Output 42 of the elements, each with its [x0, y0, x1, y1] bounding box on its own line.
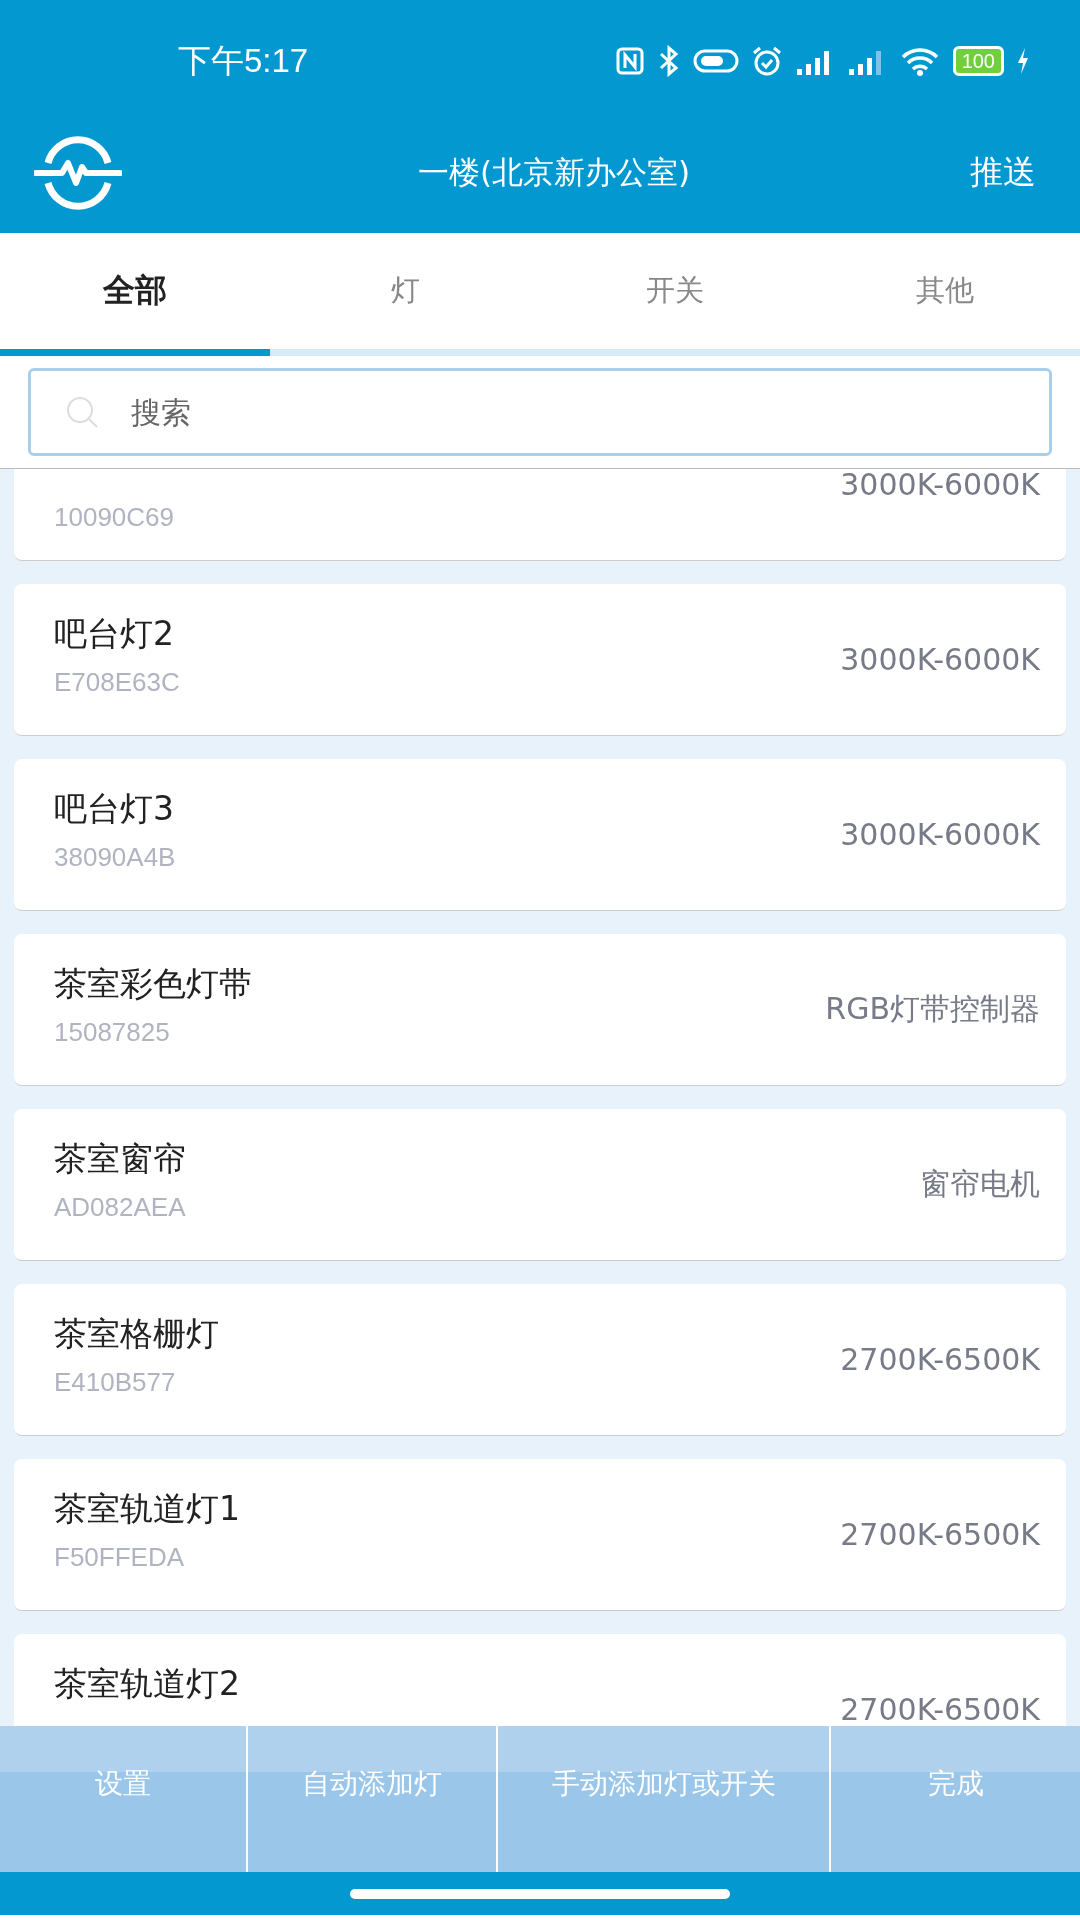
device-type: RGB灯带控制器 [825, 990, 1040, 1028]
toggle-icon [692, 48, 739, 74]
device-card[interactable]: 吧台灯3 38090A4B 3000K-6000K [14, 759, 1066, 911]
device-name: 吧台灯3 [54, 787, 175, 830]
device-id: F50FFEDA [54, 1541, 186, 1573]
device-id: 38090A4B [54, 841, 176, 873]
device-name: 茶室轨道灯2 [54, 1662, 240, 1705]
device-type: 3000K-6000K [840, 642, 1040, 677]
device-name: 茶室格栅灯 [54, 1312, 219, 1355]
device-card[interactable]: 茶室轨道灯2 2700K-6500K [14, 1634, 1066, 1726]
push-button[interactable]: 推送 [956, 150, 1050, 195]
device-card[interactable]: 茶室窗帘 AD082AEA 窗帘电机 [14, 1109, 1066, 1261]
device-type: 2700K-6500K [840, 1692, 1040, 1726]
nfc-icon [614, 46, 645, 76]
charging-icon [1016, 47, 1030, 75]
device-type: 2700K-6500K [840, 1517, 1040, 1552]
device-type: 3000K-6000K [840, 817, 1040, 852]
device-id: 15087825 [54, 1016, 171, 1048]
device-type: 2700K-6500K [840, 1342, 1040, 1377]
device-id: AD082AEA [54, 1191, 186, 1223]
device-name: 吧台灯2 [54, 612, 175, 655]
device-name: 茶室轨道灯1 [54, 1487, 240, 1530]
home-indicator[interactable] [350, 1888, 730, 1899]
device-type: 3000K-6000K [840, 469, 1040, 502]
header-title: 一楼(北京新办公室) [416, 152, 692, 192]
search-field[interactable]: 搜索 [28, 368, 1052, 456]
device-card[interactable]: 茶室彩色灯带 15087825 RGB灯带控制器 [14, 934, 1066, 1086]
alarm-icon [750, 45, 783, 77]
device-id: E410B577 [54, 1366, 177, 1398]
battery-indicator: 100 [952, 46, 1004, 76]
device-type: 窗帘电机 [920, 1165, 1040, 1203]
device-id: E708E63C [54, 666, 180, 698]
logo-icon [34, 134, 122, 211]
status-time: 下午5:17 [178, 40, 309, 81]
device-card[interactable]: 吧台灯2 E708E63C 3000K-6000K [14, 584, 1066, 736]
device-card[interactable]: 10090C69 3000K-6000K [14, 469, 1066, 561]
device-card[interactable]: 茶室格栅灯 E410B577 2700K-6500K [14, 1284, 1066, 1436]
search-icon [64, 394, 100, 430]
device-card[interactable]: 茶室轨道灯1 F50FFEDA 2700K-6500K [14, 1459, 1066, 1611]
device-name: 茶室彩色灯带 [54, 962, 252, 1005]
device-id: 10090C69 [54, 501, 174, 533]
device-name: 茶室窗帘 [54, 1137, 186, 1180]
